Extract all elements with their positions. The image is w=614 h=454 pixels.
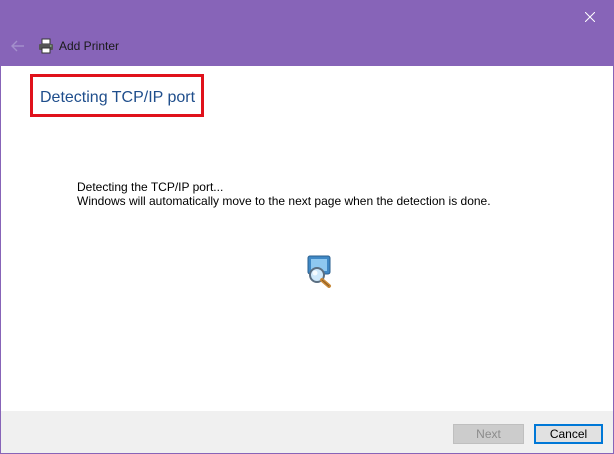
close-button[interactable] xyxy=(567,1,613,32)
status-message: Detecting the TCP/IP port... xyxy=(77,180,224,194)
next-button-label: Next xyxy=(476,427,501,441)
window-title: Add Printer xyxy=(59,39,120,53)
page-title: Detecting TCP/IP port xyxy=(40,89,196,106)
next-button[interactable]: Next xyxy=(453,424,524,444)
close-icon xyxy=(585,11,595,22)
back-arrow-icon xyxy=(11,40,24,52)
cancel-button-label: Cancel xyxy=(549,427,588,441)
cancel-button[interactable]: Cancel xyxy=(534,424,603,444)
title-bar: Add Printer xyxy=(1,1,613,66)
add-printer-dialog: Add Printer Detecting TCP/IP port Detect… xyxy=(0,0,614,454)
network-search-icon xyxy=(307,255,331,288)
wizard-footer: Next Cancel xyxy=(1,411,613,453)
info-message: Windows will automatically move to the n… xyxy=(77,194,491,208)
back-button[interactable] xyxy=(7,35,29,57)
printer-icon xyxy=(39,38,53,54)
wizard-page: Detecting TCP/IP port Detecting the TCP/… xyxy=(1,66,613,411)
